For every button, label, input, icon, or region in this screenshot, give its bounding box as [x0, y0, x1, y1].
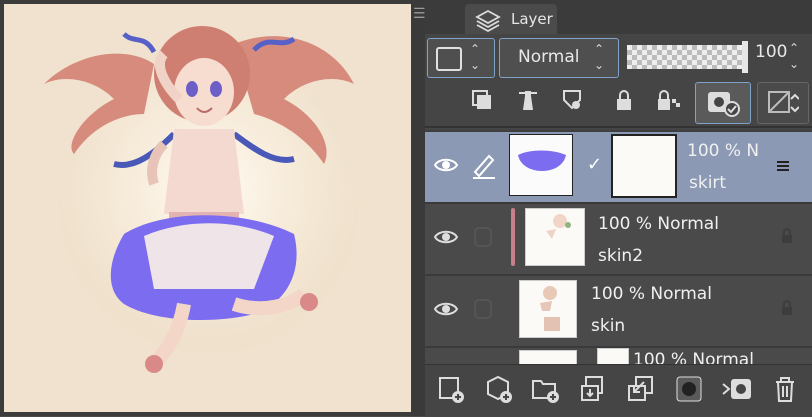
separator	[425, 126, 812, 128]
blend-mode-select[interactable]: Normal ⌃ ⌄	[499, 38, 619, 78]
layer-name[interactable]: skirt	[689, 173, 726, 193]
tab-layer-label: Layer	[511, 10, 553, 28]
new-vector-layer-icon[interactable]	[481, 371, 517, 407]
clip-icon[interactable]	[467, 84, 497, 116]
layer-thumbnail[interactable]	[509, 134, 573, 196]
layer-name[interactable]: skin	[591, 316, 625, 336]
opacity-slider[interactable]	[627, 41, 748, 73]
panel-divider[interactable]	[411, 0, 425, 416]
layer-thumbnail[interactable]	[525, 208, 585, 266]
blend-mode-label: Normal	[518, 47, 580, 67]
spinner-arrows-icon[interactable]: ⌃ ⌄	[789, 40, 799, 72]
layer-panel: ☰ Layer ⌃ ⌄ Normal ⌃ ⌄ 100 ⌃ ⌄ ✓ 100 % N…	[413, 0, 812, 417]
layer-footer-toolbar	[425, 364, 812, 417]
artwork-canvas[interactable]	[4, 4, 411, 412]
layer-percent-mode: 100 % Normal	[598, 214, 719, 234]
mask-thumbnail[interactable]	[611, 134, 677, 198]
layer-row-partial[interactable]: 100 % Normal	[425, 348, 812, 364]
mask-link-check-icon[interactable]: ✓	[587, 154, 602, 175]
layer-color-tag	[511, 208, 515, 266]
transfer-down-icon[interactable]	[575, 371, 611, 407]
layer-thumbnail[interactable]	[519, 350, 577, 364]
layer-row-skirt[interactable]: ✓ 100 % N skirt	[425, 132, 812, 204]
apply-mask-icon[interactable]	[719, 371, 755, 407]
lock-icon[interactable]	[780, 300, 796, 320]
layer-row-skin[interactable]: 100 % Normal skin	[425, 276, 812, 348]
layer-color-selector[interactable]: ⌃ ⌄	[427, 38, 495, 78]
layer-edit-slot-icon[interactable]	[469, 292, 499, 326]
layer-thumbnail[interactable]	[519, 280, 577, 338]
layer-lock-bar	[425, 80, 812, 124]
panel-tabbar: ☰ Layer	[413, 0, 812, 34]
layer-name[interactable]: skin2	[598, 246, 643, 266]
layer-property-bar: ⌃ ⌄ Normal ⌃ ⌄ 100 ⌃ ⌄	[425, 34, 812, 80]
opacity-slider-handle[interactable]	[742, 41, 748, 73]
pen-edit-icon[interactable]	[469, 148, 499, 182]
layer-row-skin2[interactable]: 100 % Normal skin2	[425, 204, 812, 276]
drag-handle-icon[interactable]	[776, 158, 792, 177]
layer-list[interactable]: ✓ 100 % N skirt 100 % Normal skin2 100 %…	[425, 130, 812, 364]
opacity-value[interactable]: 100	[755, 42, 787, 62]
visibility-eye-icon[interactable]	[433, 224, 459, 250]
layers-icon	[475, 9, 501, 37]
layer-percent-mode: 100 % N	[687, 141, 760, 161]
square-icon	[436, 47, 462, 71]
lock-icon[interactable]	[609, 84, 639, 116]
lock-icon[interactable]	[780, 228, 796, 248]
lock-transparent-icon[interactable]	[653, 84, 683, 116]
new-raster-layer-icon[interactable]	[433, 371, 469, 407]
canvas-area[interactable]	[0, 0, 411, 416]
visibility-eye-icon[interactable]	[433, 152, 459, 178]
layer-percent-mode: 100 % Normal	[633, 350, 754, 364]
delete-icon[interactable]	[767, 371, 803, 407]
lighthouse-icon[interactable]	[513, 84, 543, 116]
new-folder-icon[interactable]	[527, 371, 563, 407]
layer-percent-mode: 100 % Normal	[591, 284, 712, 304]
mask-icon[interactable]	[671, 371, 707, 407]
visibility-eye-icon[interactable]	[433, 296, 459, 322]
layer-thumbnail-secondary[interactable]	[597, 348, 629, 364]
spinner-arrows-icon: ⌃ ⌄	[594, 42, 605, 72]
mask-toggle-icon[interactable]	[757, 82, 809, 124]
mask-enable-icon[interactable]	[695, 82, 751, 124]
spinner-arrows-icon: ⌃ ⌄	[470, 42, 481, 72]
artwork-illustration	[4, 4, 411, 412]
layer-edit-slot-icon[interactable]	[469, 220, 499, 254]
merge-down-icon[interactable]	[623, 371, 659, 407]
ruler-lock-icon[interactable]	[557, 84, 587, 116]
panel-menu-icon[interactable]: ☰	[413, 6, 429, 22]
tab-layer[interactable]: Layer	[465, 4, 557, 34]
